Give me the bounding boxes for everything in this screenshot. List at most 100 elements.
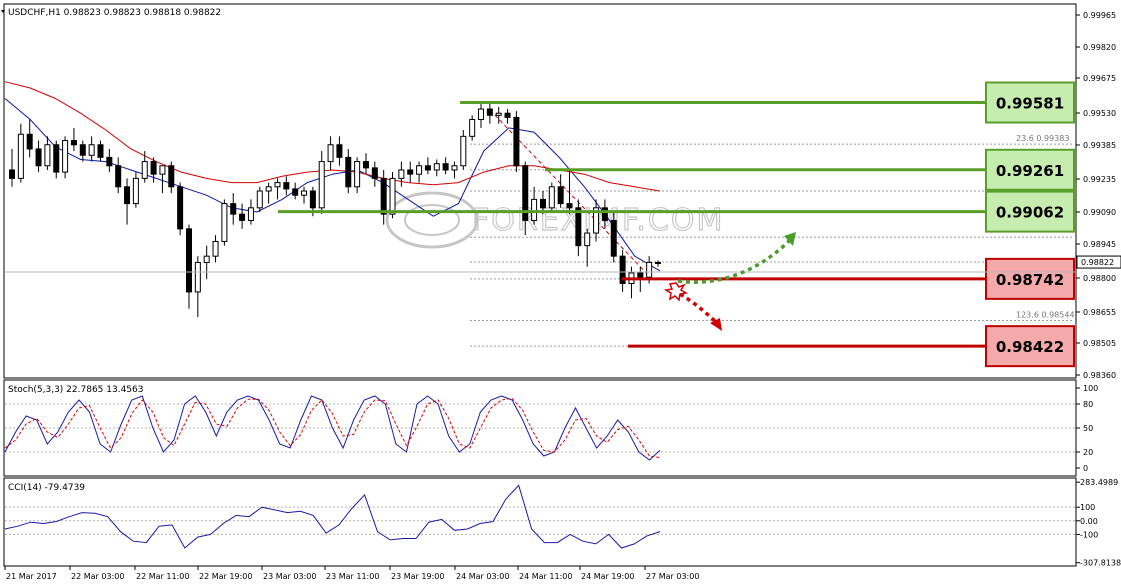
price-panel: 23.6 0.99383123.6 0.98544 FOREXIMF.COM 0… (1, 3, 1077, 379)
candle-body (230, 203, 237, 215)
candle-body (566, 203, 573, 209)
candle-body (398, 169, 405, 179)
candle-body (637, 272, 644, 278)
candle-body (389, 177, 396, 215)
cci-tick-label: -100 (1080, 530, 1098, 539)
candle (460, 130, 467, 170)
support-level-value: 0.98742 (996, 271, 1064, 289)
candle-body (424, 165, 431, 171)
time-tick-label: 23 Mar 03:00 (263, 572, 316, 581)
time-tick-label: 24 Mar 11:00 (519, 572, 572, 581)
candle-body (168, 165, 175, 188)
time-tick-label: 24 Mar 19:00 (581, 572, 634, 581)
cci-tick-label: -307.8138 (1080, 559, 1121, 568)
stochastic-tick-label: 100 (1083, 384, 1098, 393)
price-tick-label: 0.99090 (1083, 208, 1116, 217)
price-tick-label: 0.99385 (1083, 141, 1116, 150)
time-tick-label: 23 Mar 11:00 (326, 572, 379, 581)
candle-body (336, 144, 343, 158)
price-tick-label: 0.98800 (1083, 274, 1116, 283)
candle-body (194, 261, 201, 293)
candle-body (371, 167, 378, 179)
time-tick-label: 23 Mar 19:00 (391, 572, 444, 581)
candle-body (504, 112, 511, 118)
candle-body (141, 161, 148, 179)
candle-body (256, 190, 263, 209)
candle-body (53, 144, 60, 173)
candle-body (70, 140, 77, 146)
candle-body (601, 207, 608, 221)
candle-body (239, 213, 246, 221)
candle-body (495, 112, 502, 116)
candle-body (292, 188, 299, 196)
candle-body (132, 177, 139, 205)
stochastic-panel: Stoch(5,3,3) 22.7865 13.4563 (3, 379, 1077, 477)
time-tick-label: 22 Mar 11:00 (136, 572, 189, 581)
resistance-level-value: 0.99062 (996, 204, 1064, 222)
price-tick-label: 0.98655 (1083, 308, 1116, 317)
cci-tick-label: 283.4989 (1080, 478, 1118, 487)
candle (469, 115, 476, 141)
candle-body (247, 207, 254, 221)
candle-body (115, 165, 122, 188)
time-tick-label: 21 Mar 2017 (6, 572, 57, 581)
cci-title: CCI(14) -79.4739 (8, 483, 85, 493)
candle-body (460, 135, 467, 167)
candle-body (531, 198, 538, 221)
candle (548, 182, 555, 213)
candle-body (416, 165, 423, 175)
price-tick-label: 0.98945 (1083, 240, 1116, 249)
candle-body (150, 161, 157, 175)
candle-body (9, 169, 15, 179)
candle-body (575, 207, 582, 247)
candle-body (451, 165, 458, 171)
candle-body (318, 161, 325, 209)
price-tick-label: 0.98360 (1083, 371, 1116, 380)
current-price-label: 0.98822 (1081, 258, 1114, 267)
candle-body (274, 182, 281, 188)
resistance-level-value: 0.99261 (996, 162, 1064, 180)
candle-body (177, 186, 184, 230)
candle-body (646, 261, 653, 278)
support-level-value: 0.98422 (996, 338, 1064, 356)
cci-panel: CCI(14) -79.4739 (3, 477, 1077, 567)
candle-body (442, 163, 449, 171)
candle-body (584, 232, 591, 247)
main-chart-title: USDCHF,H1 0.98823 0.98823 0.98818 0.9882… (8, 8, 221, 18)
candle-body (407, 169, 414, 175)
price-tick-label: 0.99235 (1083, 175, 1116, 184)
candle-body (159, 165, 166, 175)
time-tick-label: 27 Mar 03:00 (646, 572, 699, 581)
fibonacci-label: 123.6 0.98544 (1016, 311, 1075, 320)
stochastic-tick-label: 0 (1083, 464, 1088, 473)
stochastic-panel-frame (3, 379, 1077, 477)
candle-body (62, 140, 69, 173)
candle-body (655, 261, 661, 264)
candle-body (265, 186, 272, 192)
candle-body (610, 219, 617, 257)
candle-body (433, 163, 440, 171)
candle-body (309, 190, 316, 209)
candle-body (79, 144, 86, 156)
stochastic-tick-label: 80 (1083, 400, 1093, 409)
candle-body (44, 144, 51, 167)
candle-body (97, 144, 104, 158)
candle-body (345, 156, 352, 188)
candle-body (513, 116, 520, 167)
cci-panel-frame (3, 477, 1077, 567)
cci-tick-label: 100 (1080, 503, 1095, 512)
candle-body (539, 198, 546, 209)
candle-body (35, 148, 42, 167)
candle (177, 182, 184, 236)
stochastic-title: Stoch(5,3,3) 22.7865 13.4563 (8, 385, 143, 395)
cci-tick-label: 0.00 (1080, 517, 1098, 526)
candle-body (469, 119, 476, 137)
stochastic-tick-label: 50 (1083, 424, 1093, 433)
candle-body (478, 108, 485, 121)
fibonacci-label: 23.6 0.99383 (1016, 134, 1069, 143)
time-tick-label: 22 Mar 03:00 (71, 572, 124, 581)
candle-body (212, 240, 219, 257)
candle-body (548, 186, 555, 209)
candle-body (301, 190, 308, 196)
candle-body (221, 203, 228, 242)
